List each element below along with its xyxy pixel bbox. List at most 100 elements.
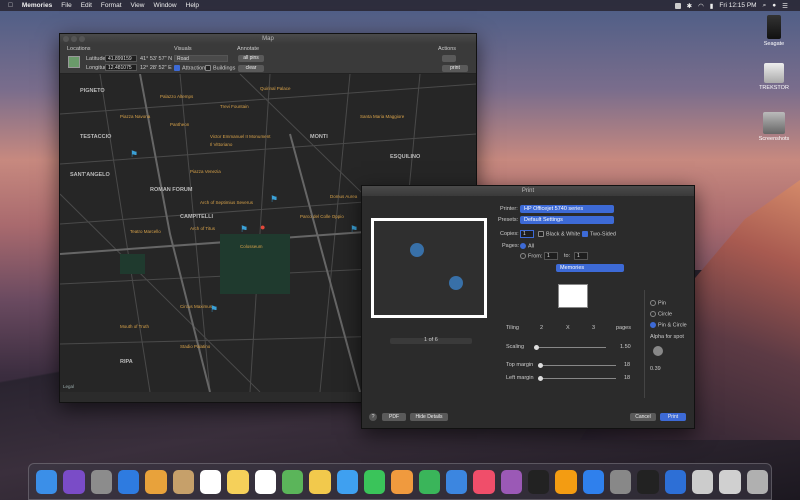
two-sided-option[interactable]: Two-Sided bbox=[582, 231, 616, 237]
siri-menu-icon[interactable]: ● bbox=[772, 2, 776, 9]
notification-icon[interactable]: ☰ bbox=[782, 2, 788, 10]
slider-knob[interactable] bbox=[534, 345, 539, 350]
attractions-checkbox[interactable] bbox=[174, 65, 180, 71]
slider-knob[interactable] bbox=[538, 376, 543, 381]
bluetooth-icon[interactable]: ✱ bbox=[687, 2, 692, 10]
xcode-icon[interactable] bbox=[664, 469, 686, 494]
actions-stepper[interactable] bbox=[442, 55, 456, 62]
left-margin-slider[interactable] bbox=[538, 376, 616, 381]
two-sided-checkbox[interactable] bbox=[582, 231, 588, 237]
battery-icon[interactable]: ▮ bbox=[710, 2, 714, 10]
page-range-option[interactable]: From: bbox=[520, 253, 542, 259]
hide-details-button[interactable]: Hide Details bbox=[410, 413, 448, 421]
finder-icon[interactable] bbox=[36, 469, 58, 494]
calendar-icon[interactable] bbox=[199, 469, 222, 494]
pin-icon[interactable]: ⚑ bbox=[130, 149, 138, 160]
scaling-slider[interactable] bbox=[534, 345, 606, 350]
all-pages-radio[interactable] bbox=[520, 243, 526, 249]
menu-app[interactable]: Memories bbox=[22, 2, 52, 9]
latitude-field[interactable]: 41.899159 bbox=[105, 55, 137, 62]
circle-radio[interactable] bbox=[650, 311, 656, 317]
to-field[interactable]: 1 bbox=[574, 252, 588, 260]
menu-window[interactable]: Window bbox=[154, 2, 177, 9]
podcasts-icon[interactable] bbox=[500, 469, 522, 494]
menu-file[interactable]: File bbox=[61, 2, 71, 9]
siri-icon[interactable] bbox=[63, 469, 85, 494]
legal-link[interactable]: Legal bbox=[63, 384, 74, 389]
desktop-drive-trekstor[interactable]: TREKSTOR bbox=[749, 63, 799, 91]
attractions-option[interactable]: Attractions bbox=[174, 65, 208, 71]
reminders-icon[interactable] bbox=[254, 469, 276, 494]
menu-help[interactable]: Help bbox=[186, 2, 199, 9]
from-field[interactable]: 1 bbox=[544, 252, 558, 260]
numbers-icon[interactable] bbox=[418, 469, 440, 494]
close-button[interactable] bbox=[63, 36, 69, 42]
pdf-button[interactable]: PDF bbox=[382, 413, 406, 421]
tv-icon[interactable] bbox=[527, 469, 550, 494]
cancel-button[interactable]: Cancel bbox=[630, 413, 656, 421]
maps-icon[interactable] bbox=[281, 469, 304, 494]
pin-option[interactable]: Pin bbox=[650, 300, 666, 306]
top-margin-slider[interactable] bbox=[538, 363, 616, 368]
status-icon[interactable] bbox=[674, 2, 681, 9]
itunes-icon[interactable] bbox=[473, 469, 495, 494]
all-pages-option[interactable]: All bbox=[520, 243, 534, 249]
alpha-knob[interactable] bbox=[653, 346, 663, 356]
downloads-icon[interactable] bbox=[719, 469, 741, 494]
titlebar[interactable]: Map bbox=[60, 34, 476, 44]
desktop-drive-seagate[interactable]: Seagate bbox=[749, 15, 799, 47]
print-confirm-button[interactable]: Print bbox=[660, 413, 686, 421]
keynote-icon[interactable] bbox=[445, 469, 468, 494]
facetime-icon[interactable] bbox=[363, 469, 386, 494]
tiling-y-value[interactable]: 3 bbox=[592, 325, 595, 331]
menu-view[interactable]: View bbox=[131, 2, 145, 9]
presets-select[interactable]: Default Settings bbox=[520, 216, 614, 224]
help-button[interactable]: ? bbox=[369, 413, 377, 421]
page-nav[interactable]: 1 of 6 bbox=[390, 337, 472, 344]
desktop-folder-screenshots[interactable]: Screenshots bbox=[749, 112, 799, 142]
pin-icon[interactable]: ⚑ bbox=[210, 304, 218, 315]
tiling-x-value[interactable]: 2 bbox=[540, 325, 543, 331]
all-pins-button[interactable]: all pins bbox=[238, 55, 264, 62]
launchpad-icon[interactable] bbox=[90, 469, 112, 494]
range-radio[interactable] bbox=[520, 253, 526, 259]
clock[interactable]: Fri 12:15 PM bbox=[719, 2, 756, 9]
map-mode-select[interactable]: Road bbox=[174, 55, 228, 62]
terminal-icon[interactable] bbox=[637, 469, 659, 494]
printer-select[interactable]: HP Officejet 5740 series bbox=[520, 205, 614, 213]
clear-button[interactable]: clear bbox=[238, 65, 264, 72]
pin-icon[interactable]: ⚑ bbox=[240, 224, 248, 235]
messages-icon[interactable] bbox=[336, 469, 358, 494]
appstore-icon[interactable] bbox=[582, 469, 604, 494]
search-icon[interactable]: ⌕ bbox=[763, 2, 767, 10]
copies-field[interactable]: 1 bbox=[520, 230, 534, 238]
trash-icon[interactable] bbox=[746, 469, 768, 494]
print-button[interactable]: print bbox=[442, 65, 468, 72]
slider-knob[interactable] bbox=[538, 363, 543, 368]
wifi-icon[interactable]: ◠ bbox=[698, 2, 704, 10]
bw-option[interactable]: Black & White bbox=[538, 231, 580, 237]
section-select[interactable]: Memories bbox=[556, 264, 624, 272]
contacts-icon[interactable] bbox=[172, 469, 194, 494]
location-swatch[interactable] bbox=[68, 56, 80, 68]
pin-radio[interactable] bbox=[650, 300, 656, 306]
pages-icon[interactable] bbox=[391, 469, 413, 494]
safari-icon[interactable] bbox=[117, 469, 140, 494]
bw-checkbox[interactable] bbox=[538, 231, 544, 237]
menu-format[interactable]: Format bbox=[101, 2, 122, 9]
preview-icon[interactable] bbox=[691, 469, 714, 494]
buildings-checkbox[interactable] bbox=[205, 65, 211, 71]
minimize-button[interactable] bbox=[71, 36, 77, 42]
notes-icon[interactable] bbox=[227, 469, 249, 494]
pin-circle-option[interactable]: Pin & Circle bbox=[650, 322, 687, 328]
preferences-icon[interactable] bbox=[609, 469, 632, 494]
longitude-field[interactable]: 12.481075 bbox=[105, 64, 137, 71]
pin-icon[interactable]: ⚑ bbox=[350, 224, 358, 235]
circle-option[interactable]: Circle bbox=[650, 311, 672, 317]
menu-edit[interactable]: Edit bbox=[81, 2, 92, 9]
current-location-pin-icon[interactable]: ● bbox=[260, 222, 265, 232]
pin-icon[interactable]: ⚑ bbox=[270, 194, 278, 205]
photos-app-icon[interactable] bbox=[309, 469, 331, 494]
photos-icon[interactable] bbox=[145, 469, 167, 494]
pin-circle-radio[interactable] bbox=[650, 322, 656, 328]
